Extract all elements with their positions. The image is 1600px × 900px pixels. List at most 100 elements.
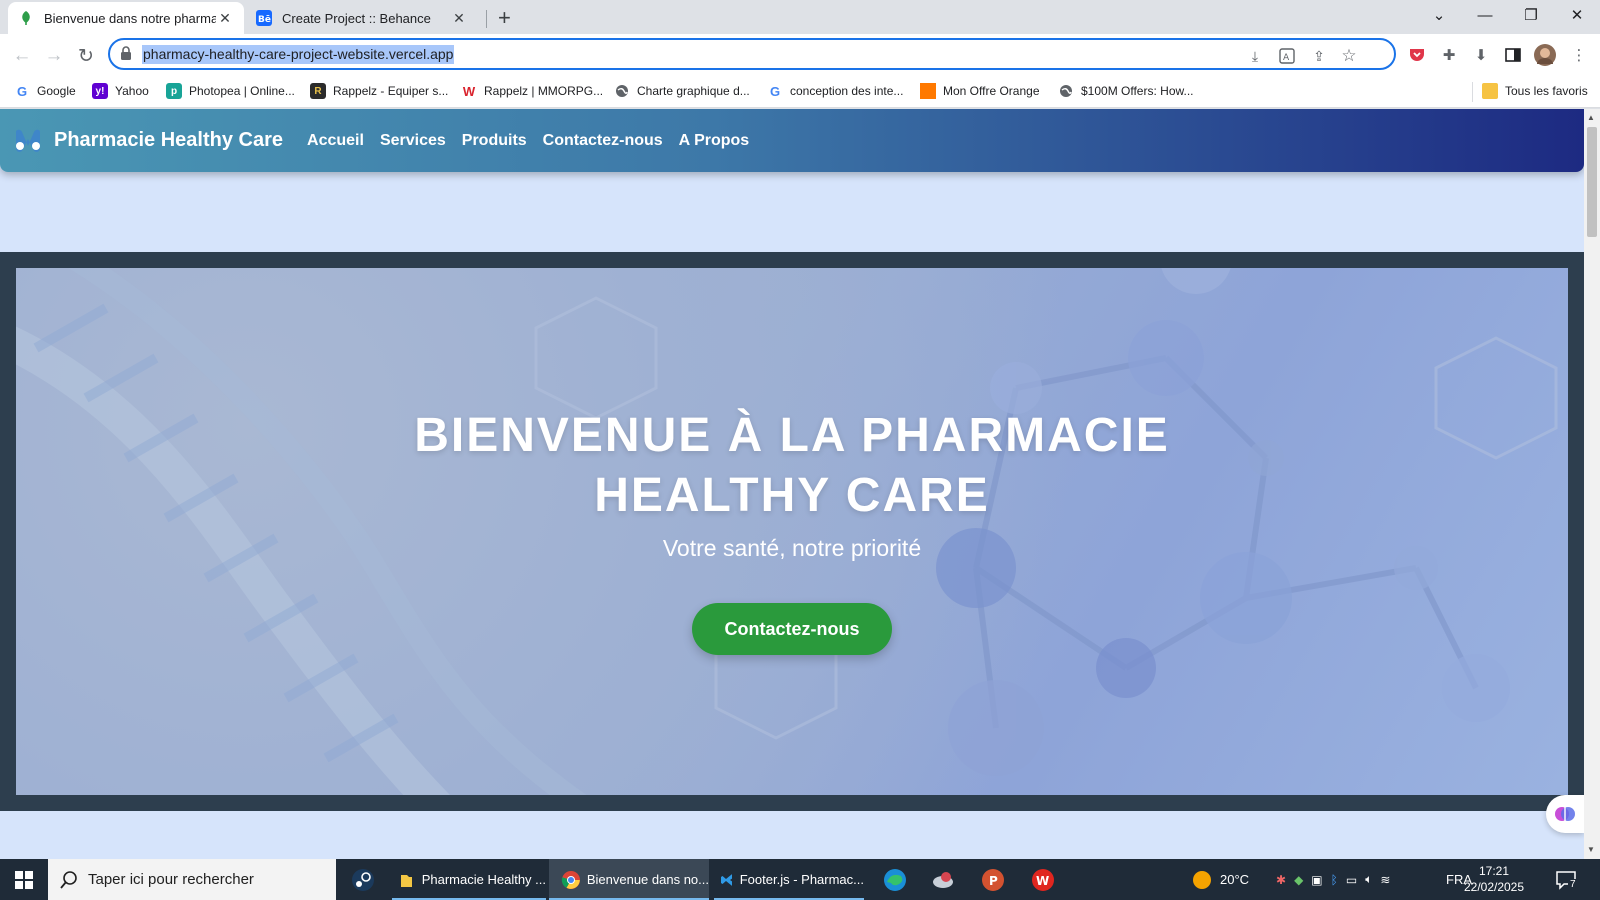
sun-icon — [1193, 870, 1211, 889]
weather-widget[interactable]: 20°C — [1192, 859, 1249, 900]
photopea-icon: p — [166, 83, 182, 99]
yahoo-icon: y! — [92, 83, 108, 99]
browser-toolbar: ← → ↻ pharmacy-healthy-care-project-webs… — [0, 34, 1600, 76]
notification-center-button[interactable]: 7 — [1556, 859, 1578, 900]
bookmark-yahoo[interactable]: y! Yahoo — [92, 83, 149, 99]
contact-cta-button[interactable]: Contactez-nous — [692, 603, 892, 655]
powerpoint-app-icon[interactable]: P — [976, 859, 1010, 900]
site-menu: Accueil Services Produits Contactez-nous… — [307, 132, 765, 150]
profile-avatar[interactable] — [1534, 44, 1556, 66]
extensions-puzzle-icon[interactable]: ✚ — [1438, 44, 1460, 66]
volume-icon[interactable]: 🔈︎ — [1365, 872, 1372, 887]
scroll-down-arrow-icon[interactable]: ▼ — [1587, 845, 1595, 854]
browser-tab-bar: Bienvenue dans notre pharmacie ✕ Bē Crea… — [0, 0, 1600, 34]
bookmark-label: Charte graphique d... — [637, 84, 750, 98]
steam-app-icon[interactable] — [346, 859, 380, 900]
webzen-icon: W — [462, 83, 476, 99]
pocket-extension-icon[interactable] — [1406, 44, 1428, 66]
back-icon[interactable]: ← — [8, 42, 36, 70]
bookmark-rappelz-equiper[interactable]: R Rappelz - Equiper s... — [310, 83, 448, 99]
site-brand[interactable]: Pharmacie Healthy Care — [12, 128, 283, 154]
bookmark-label: Google — [37, 84, 76, 98]
bookmark-conception[interactable]: G conception des inte... — [767, 83, 903, 99]
app-tray-icon[interactable]: ✱ — [1276, 873, 1286, 887]
taskbar-app-explorer[interactable]: Pharmacie Healthy ... — [392, 859, 546, 900]
meet-now-icon[interactable]: ▣ — [1311, 873, 1322, 887]
install-app-icon[interactable]: ⤓ — [1246, 47, 1264, 65]
clock-time: 17:21 — [1478, 864, 1510, 878]
bookmark-label: Mon Offre Orange — [943, 84, 1040, 98]
bookmark-photopea[interactable]: p Photopea | Online... — [166, 83, 295, 99]
nav-services[interactable]: Services — [380, 132, 446, 150]
google-icon: G — [16, 83, 28, 99]
close-tab-icon[interactable]: ✕ — [450, 10, 468, 27]
restore-icon[interactable]: ❐ — [1508, 0, 1554, 30]
nav-accueil[interactable]: Accueil — [307, 132, 364, 150]
bookmark-charte[interactable]: Charte graphique d... — [614, 83, 750, 99]
edge-app-icon[interactable] — [878, 859, 912, 900]
all-bookmarks-folder[interactable]: Tous les favoris — [1482, 83, 1588, 99]
taskbar-app-vscode[interactable]: Footer.js - Pharmac... — [714, 859, 864, 900]
page-scrollbar[interactable]: ▲ ▼ — [1584, 109, 1600, 859]
taskbar-search-box[interactable]: Taper ici pour rechercher — [48, 859, 336, 900]
downloads-icon[interactable]: ⬇ — [1470, 44, 1492, 66]
tab-search-icon[interactable]: ⌄ — [1416, 0, 1462, 30]
tab-behance[interactable]: Bē Create Project :: Behance ✕ — [246, 2, 478, 34]
bookmark-label: Yahoo — [115, 84, 149, 98]
orange-icon — [920, 83, 936, 99]
system-tray-icons[interactable]: ✱ ◆ ▣ ᛒ ▭ 🔈︎ ≋ — [1276, 859, 1398, 900]
wifi-icon[interactable]: ≋ — [1380, 873, 1390, 887]
vscode-icon — [721, 873, 732, 886]
clock-date: 22/02/2025 — [1463, 880, 1525, 894]
translate-icon[interactable]: A — [1278, 47, 1296, 65]
minimize-icon[interactable]: — — [1462, 0, 1508, 30]
lock-icon — [120, 46, 132, 65]
bookmark-orange[interactable]: Mon Offre Orange — [920, 83, 1040, 99]
assistant-widget-button[interactable] — [1546, 795, 1584, 833]
windows-taskbar: Taper ici pour rechercher Pharmacie Heal… — [0, 859, 1600, 900]
close-tab-icon[interactable]: ✕ — [216, 10, 234, 27]
page-viewport: Pharmacie Healthy Care Accueil Services … — [0, 109, 1584, 859]
reload-icon[interactable]: ↻ — [72, 42, 100, 70]
bookmark-label: Photopea | Online... — [189, 84, 295, 98]
tab-title: Bienvenue dans notre pharmacie — [44, 10, 216, 26]
taskbar-clock[interactable]: 17:21 22/02/2025 — [1448, 863, 1540, 895]
globe-icon — [1058, 83, 1074, 99]
bookmark-star-icon[interactable]: ☆ — [1340, 46, 1358, 65]
bookmark-google[interactable]: G Google — [14, 83, 76, 99]
rappelz-icon: R — [310, 83, 326, 99]
new-tab-icon[interactable]: + — [498, 5, 511, 31]
weather-temp: 20°C — [1220, 872, 1250, 887]
share-icon[interactable]: ⇪ — [1310, 47, 1328, 65]
bluetooth-icon[interactable]: ᛒ — [1331, 873, 1338, 887]
taskbar-app-chrome[interactable]: Bienvenue dans no... — [549, 859, 709, 900]
brain-icon — [1555, 807, 1575, 821]
bookmark-label: Tous les favoris — [1505, 84, 1588, 98]
wps-office-app-icon[interactable]: W — [1026, 859, 1060, 900]
battery-icon[interactable]: ▭ — [1346, 873, 1357, 887]
pharmacy-logo-icon — [16, 129, 40, 152]
windows-start-button[interactable] — [0, 859, 48, 900]
tab-separator — [486, 10, 487, 28]
bookmarks-bar: G Google y! Yahoo p Photopea | Online...… — [0, 76, 1600, 108]
nav-contactez-nous[interactable]: Contactez-nous — [543, 132, 663, 150]
address-bar[interactable]: pharmacy-healthy-care-project-website.ve… — [108, 38, 1396, 70]
game-app-icon[interactable] — [926, 859, 960, 900]
tab-pharmacie[interactable]: Bienvenue dans notre pharmacie ✕ — [8, 2, 244, 34]
scroll-up-arrow-icon[interactable]: ▲ — [1587, 113, 1595, 122]
nav-produits[interactable]: Produits — [462, 132, 527, 150]
nav-a-propos[interactable]: A Propos — [679, 132, 750, 150]
bookmarks-divider — [1472, 82, 1473, 102]
folder-icon — [401, 874, 412, 887]
bookmark-rappelz-mmorpg[interactable]: W Rappelz | MMORPG... — [461, 83, 603, 99]
side-panel-icon[interactable] — [1502, 44, 1524, 66]
bookmark-100m-offers[interactable]: $100M Offers: How... — [1058, 83, 1194, 99]
brand-name: Pharmacie Healthy Care — [54, 129, 284, 151]
drive-tray-icon[interactable]: ◆ — [1294, 873, 1303, 887]
hero-title-line1: BIENVENUE À LA PHARMACIE — [414, 409, 1170, 462]
scrollbar-thumb[interactable] — [1587, 127, 1597, 237]
close-window-icon[interactable]: ✕ — [1554, 0, 1600, 30]
chrome-menu-icon[interactable]: ⋮ — [1568, 44, 1590, 66]
forward-icon[interactable]: → — [40, 42, 68, 70]
folder-icon — [1482, 83, 1498, 99]
